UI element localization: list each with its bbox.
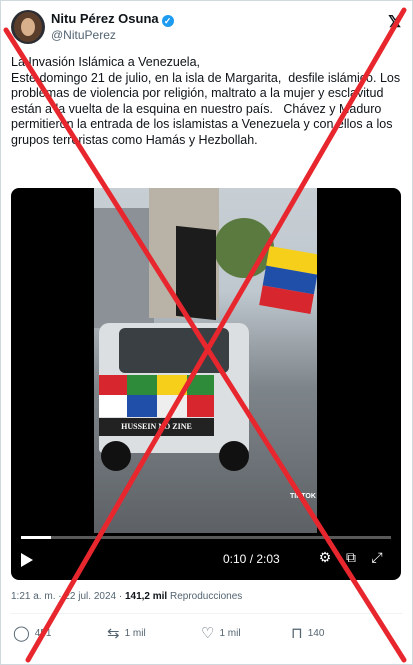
tweet-text: La Invasión Islámica a Venezuela, Este d… [11,55,401,147]
avatar[interactable] [11,10,45,44]
picture-in-picture-icon[interactable]: ⧉ [342,549,360,566]
play-icon[interactable] [21,553,33,567]
reply-icon: ◯ [13,625,30,642]
verified-badge-icon: ✓ [161,15,174,27]
video-player[interactable]: HUSSEIN NO ZINE TIKTOK 0:10 / 2:03 ⚙ ⧉ ⤢ [11,188,401,580]
black-flag [176,225,216,321]
video-controls: 0:10 / 2:03 ⚙ ⧉ ⤢ [11,533,401,580]
views-count: 141,2 mil [124,591,168,602]
reply-count: 451 [34,628,52,639]
tweet-header: Nitu Pérez Osuna ✓ @NituPerez 𝕏 [11,10,401,46]
tweet-timestamp[interactable]: 1:21 a. m. · 22 jul. 2024 · [11,591,125,602]
video-progress-bar[interactable] [21,536,391,539]
avatar-face [21,18,35,36]
author-handle[interactable]: @NituPerez [51,28,116,42]
divider [11,613,403,614]
building [94,208,154,328]
heart-icon: ♡ [201,625,215,642]
truck-banner: HUSSEIN NO ZINE [99,418,214,436]
bookmark-icon: ⊓ [291,625,303,642]
author-name[interactable]: Nitu Pérez Osuna [51,11,159,26]
video-progress-fill [21,536,51,539]
video-frame[interactable]: HUSSEIN NO ZINE TIKTOK [94,188,317,533]
x-logo-icon[interactable]: 𝕏 [388,12,401,32]
like-count: 1 mil [219,628,241,639]
bookmark-button[interactable]: ⊓ 140 [291,625,324,643]
video-time: 0:10 / 2:03 [223,552,280,566]
tweet-meta: 1:21 a. m. · 22 jul. 2024 · 141,2 mil Re… [11,591,242,602]
tweet-card: Nitu Pérez Osuna ✓ @NituPerez 𝕏 La Invasi… [0,0,413,665]
tiktok-watermark: TIKTOK [290,493,316,500]
gear-icon[interactable]: ⚙ [316,549,334,566]
truck-windshield [119,328,229,373]
pickup-truck: HUSSEIN NO ZINE [99,323,249,471]
bookmark-count: 140 [307,628,325,639]
truck-wheel [219,441,249,471]
author-name-row[interactable]: Nitu Pérez Osuna ✓ [51,11,174,27]
venezuela-flag [259,245,317,315]
views-label: Reproducciones [167,591,243,602]
fullscreen-icon[interactable]: ⤢ [368,549,386,566]
repost-count: 1 mil [124,628,146,639]
repost-button[interactable]: ⇆ 1 mil [107,625,146,643]
repost-icon: ⇆ [107,625,120,642]
truck-wheel [101,441,131,471]
action-bar: ◯ 451 ⇆ 1 mil ♡ 1 mil ⊓ 140 [11,625,403,647]
like-button[interactable]: ♡ 1 mil [201,625,241,643]
reply-button[interactable]: ◯ 451 [13,625,51,643]
